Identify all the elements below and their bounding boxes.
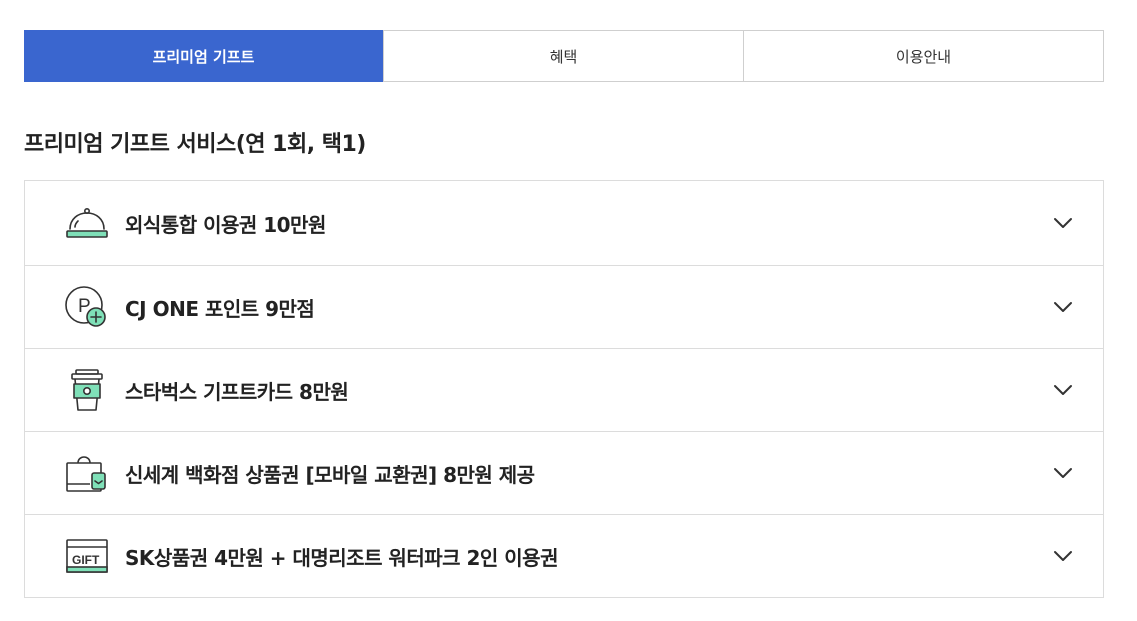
chevron-down-icon[interactable]	[1051, 544, 1075, 568]
gift-card-icon: GIFT	[63, 534, 111, 578]
tab-label: 프리미엄 기프트	[152, 47, 255, 66]
chevron-down-icon[interactable]	[1051, 378, 1075, 402]
item-label: 외식통합 이용권 10만원	[125, 212, 326, 237]
item-label: 신세계 백화점 상품권 [모바일 교환권] 8만원 제공	[125, 462, 535, 487]
item-label: SK상품권 4만원 + 대명리조트 워터파크 2인 이용권	[125, 545, 558, 570]
list-item-sk-voucher-waterpark[interactable]: GIFT SK상품권 4만원 + 대명리조트 워터파크 2인 이용권	[25, 514, 1103, 597]
shopping-bag-icon	[63, 451, 111, 495]
section-title: 프리미엄 기프트 서비스(연 1회, 택1)	[24, 132, 366, 157]
gift-accordion-list: 외식통합 이용권 10만원 P CJ ONE 포인트 9만점 스타벅스 기프트카…	[24, 180, 1104, 598]
cloche-icon	[63, 201, 111, 245]
item-label: CJ ONE 포인트 9만점	[125, 296, 315, 321]
chevron-down-icon[interactable]	[1051, 295, 1075, 319]
gift-text: GIFT	[72, 553, 100, 567]
item-label: 스타벅스 기프트카드 8만원	[125, 379, 349, 404]
tab-label: 혜택	[549, 47, 578, 66]
tab-benefits[interactable]: 혜택	[383, 31, 743, 81]
tab-premium-gift[interactable]: 프리미엄 기프트	[24, 30, 383, 82]
tab-label: 이용안내	[895, 47, 952, 66]
tab-usage-guide[interactable]: 이용안내	[743, 31, 1103, 81]
list-item-shinsegae-voucher[interactable]: 신세계 백화점 상품권 [모바일 교환권] 8만원 제공	[25, 431, 1103, 514]
list-item-starbucks-card[interactable]: 스타벅스 기프트카드 8만원	[25, 348, 1103, 431]
point-plus-icon: P	[63, 285, 111, 329]
chevron-down-icon[interactable]	[1051, 461, 1075, 485]
chevron-down-icon[interactable]	[1051, 211, 1075, 235]
tab-bar: 프리미엄 기프트 혜택 이용안내	[24, 30, 1104, 82]
list-item-dining-voucher[interactable]: 외식통합 이용권 10만원	[25, 181, 1103, 265]
list-item-cj-one-point[interactable]: P CJ ONE 포인트 9만점	[25, 265, 1103, 348]
coffee-cup-icon	[63, 368, 111, 412]
